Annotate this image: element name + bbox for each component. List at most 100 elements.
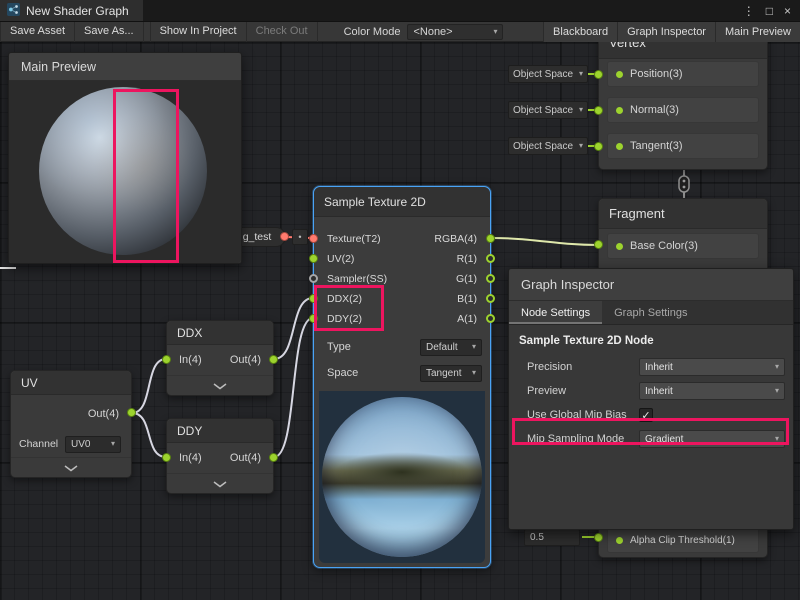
wire-uv-to-ddx[interactable] bbox=[132, 359, 166, 413]
normal-space-dropdown[interactable]: Object Space ▾ bbox=[508, 101, 588, 119]
ddx-in-port[interactable] bbox=[162, 355, 171, 364]
chevron-down-icon: ▾ bbox=[579, 106, 583, 114]
save-asset-button[interactable]: Save Asset bbox=[0, 22, 75, 42]
ddx-out-port[interactable] bbox=[269, 355, 278, 364]
vertex-node[interactable]: Vertex Position(3) Normal(3) Tangent(3) bbox=[598, 42, 768, 170]
property-preview-toggle[interactable]: • bbox=[292, 229, 308, 245]
normal-space-value: Object Space bbox=[513, 105, 573, 116]
wire-uv-to-ddy[interactable] bbox=[132, 413, 166, 457]
vertex-normal-port[interactable] bbox=[594, 106, 603, 115]
link-dot-top bbox=[683, 180, 686, 183]
a-output-port[interactable] bbox=[486, 314, 495, 323]
ddx-node-header[interactable]: DDX bbox=[167, 321, 273, 345]
ddx-node[interactable]: DDX In(4) Out(4) bbox=[166, 320, 274, 396]
space-label: Space bbox=[327, 367, 358, 379]
g-output-port[interactable] bbox=[486, 274, 495, 283]
uv-node-header[interactable]: UV bbox=[11, 371, 131, 395]
ddy-out-port[interactable] bbox=[269, 453, 278, 462]
maximize-icon[interactable]: □ bbox=[766, 4, 773, 18]
uv-collapse-button[interactable] bbox=[11, 457, 131, 477]
blackboard-toggle[interactable]: Blackboard bbox=[543, 22, 617, 42]
chevron-down-icon: ▾ bbox=[775, 387, 779, 395]
show-in-project-button[interactable]: Show In Project bbox=[150, 22, 247, 42]
sample-texture-node-header[interactable]: Sample Texture 2D bbox=[314, 187, 490, 217]
ddx-input-port[interactable] bbox=[309, 294, 318, 303]
main-preview-panel[interactable]: Main Preview bbox=[8, 52, 242, 264]
precision-value: Inherit bbox=[645, 362, 673, 373]
rgba-output-port[interactable] bbox=[486, 234, 495, 243]
close-icon[interactable]: × bbox=[784, 4, 791, 18]
window-tab[interactable]: New Shader Graph bbox=[0, 0, 143, 21]
uv-out-port[interactable] bbox=[127, 408, 136, 417]
vertex-tangent-port[interactable] bbox=[594, 142, 603, 151]
chevron-down-icon: ▾ bbox=[579, 142, 583, 150]
port-dot-icon bbox=[616, 243, 623, 250]
collapse-chevron-icon bbox=[212, 382, 228, 390]
graph-inspector-panel[interactable]: Graph Inspector Node Settings Graph Sett… bbox=[508, 268, 794, 530]
mip-sampling-mode-dropdown[interactable]: Gradient ▾ bbox=[639, 430, 785, 448]
collapse-chevron-icon bbox=[212, 480, 228, 488]
tab-node-settings[interactable]: Node Settings bbox=[509, 301, 602, 324]
ddy-in-port[interactable] bbox=[162, 453, 171, 462]
fragment-basecolor-port[interactable] bbox=[594, 240, 603, 249]
port-dot-icon bbox=[616, 71, 623, 78]
ddx-collapse-button[interactable] bbox=[167, 375, 273, 395]
tangent-slot-label: Tangent(3) bbox=[630, 140, 683, 152]
property-out-port[interactable] bbox=[280, 232, 289, 241]
alpha-clip-value-field[interactable]: 0.5 bbox=[524, 529, 580, 546]
precision-dropdown[interactable]: Inherit ▾ bbox=[639, 358, 785, 376]
main-preview-toggle[interactable]: Main Preview bbox=[715, 22, 800, 42]
tangent-space-dropdown[interactable]: Object Space▾ bbox=[508, 137, 588, 155]
uv-input-label: UV(2) bbox=[327, 253, 354, 265]
space-dropdown[interactable]: Tangent ▾ bbox=[420, 365, 482, 382]
sample-texture-2d-node[interactable]: Sample Texture 2D Texture(T2) UV(2) Samp… bbox=[313, 186, 491, 568]
position-slot-label: Position(3) bbox=[630, 68, 683, 80]
wire-ddy-to-sample[interactable] bbox=[274, 318, 313, 457]
save-as-button[interactable]: Save As... bbox=[75, 22, 144, 42]
position-space-dropdown[interactable]: Object Space▾ bbox=[508, 65, 588, 83]
inspector-body: Sample Texture 2D Node Precision Inherit… bbox=[509, 325, 793, 529]
fragment-alphaclip-port[interactable] bbox=[594, 533, 603, 542]
ddy-collapse-button[interactable] bbox=[167, 473, 273, 493]
main-preview-header[interactable]: Main Preview bbox=[9, 53, 241, 81]
precision-label: Precision bbox=[527, 361, 639, 373]
ddy-node-header[interactable]: DDY bbox=[167, 419, 273, 443]
graph-inspector-header[interactable]: Graph Inspector bbox=[509, 269, 793, 301]
inspector-tab-bar: Node Settings Graph Settings bbox=[509, 301, 793, 325]
b-output-port[interactable] bbox=[486, 294, 495, 303]
wire-ddx-to-sample[interactable] bbox=[274, 298, 313, 359]
uv-out-label: Out(4) bbox=[88, 408, 119, 420]
fragment-node-header[interactable]: Fragment bbox=[599, 199, 767, 229]
ddy-input-port[interactable] bbox=[309, 314, 318, 323]
window-title: New Shader Graph bbox=[26, 4, 129, 18]
kebab-menu-icon[interactable]: ⋮ bbox=[743, 4, 755, 18]
graph-canvas[interactable]: UV Out(4) Channel UV0 ▾ DDX In(4) Out(4) bbox=[0, 42, 800, 600]
link-dot-bottom bbox=[683, 186, 686, 189]
alpha-clip-value: 0.5 bbox=[530, 532, 544, 543]
texture-input-port[interactable] bbox=[309, 234, 318, 243]
titlebar-spacer bbox=[143, 0, 734, 21]
uv-channel-dropdown[interactable]: UV0 ▾ bbox=[65, 436, 121, 453]
use-global-mip-bias-checkbox[interactable]: ✓ bbox=[639, 408, 653, 422]
sampler-input-port[interactable] bbox=[309, 274, 318, 283]
tab-graph-settings[interactable]: Graph Settings bbox=[602, 301, 699, 324]
wire-rgba-to-basecolor[interactable] bbox=[491, 238, 598, 245]
vertex-node-header[interactable]: Vertex bbox=[599, 42, 767, 59]
r-output-port[interactable] bbox=[486, 254, 495, 263]
g-output-label: G(1) bbox=[456, 273, 477, 285]
color-mode-dropdown[interactable]: <None> ▾ bbox=[407, 24, 503, 40]
mip-sampling-mode-value: Gradient bbox=[645, 434, 683, 445]
uv-node[interactable]: UV Out(4) Channel UV0 ▾ bbox=[10, 370, 132, 478]
ddy-in-label: In(4) bbox=[179, 452, 202, 464]
ddy-node[interactable]: DDY In(4) Out(4) bbox=[166, 418, 274, 494]
main-preview-sphere bbox=[39, 87, 207, 255]
preview-dropdown[interactable]: Inherit ▾ bbox=[639, 382, 785, 400]
chevron-down-icon: ▾ bbox=[775, 363, 779, 371]
vertex-position-port[interactable] bbox=[594, 70, 603, 79]
port-dot-icon bbox=[616, 537, 623, 544]
chevron-down-icon: ▾ bbox=[472, 343, 476, 351]
r-output-label: R(1) bbox=[457, 253, 477, 265]
graph-inspector-toggle[interactable]: Graph Inspector bbox=[617, 22, 715, 42]
type-dropdown[interactable]: Default ▾ bbox=[420, 339, 482, 356]
uv-input-port[interactable] bbox=[309, 254, 318, 263]
